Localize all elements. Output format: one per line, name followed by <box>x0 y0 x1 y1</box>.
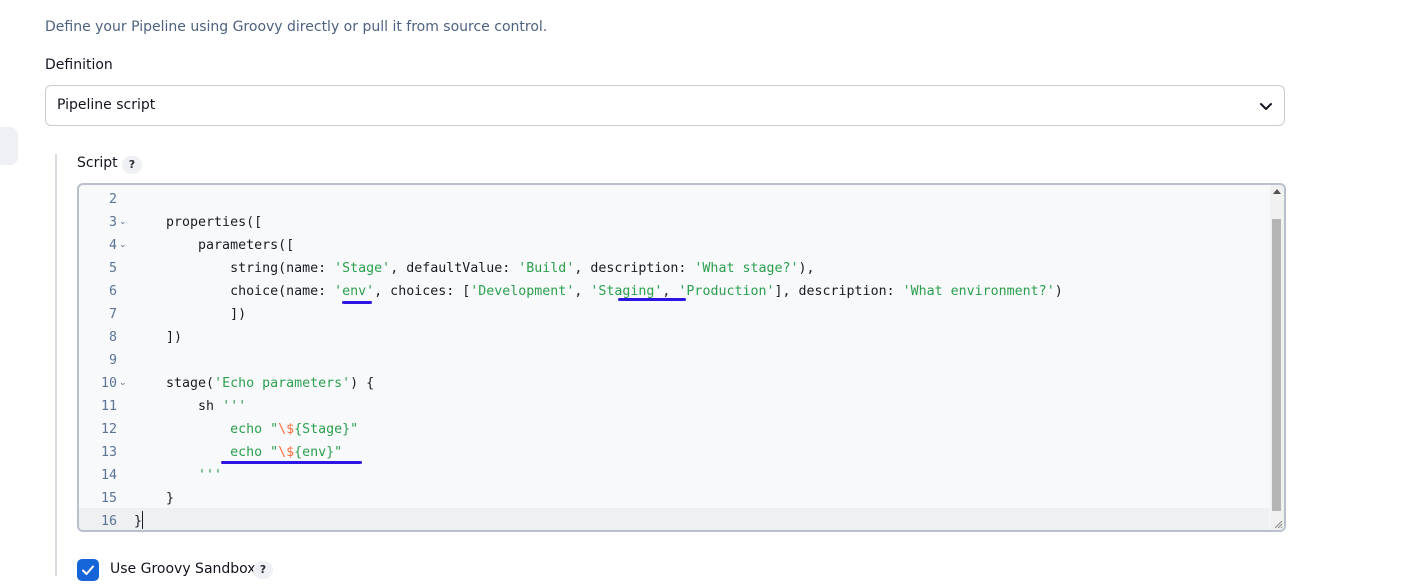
line-number: 15 <box>100 491 117 506</box>
line-number: 13 <box>100 445 117 460</box>
definition-select-value: Pipeline script <box>57 97 156 113</box>
code-line[interactable]: choice(name: 'env', choices: ['Developme… <box>134 280 1063 303</box>
code-line[interactable]: ]) <box>134 303 246 326</box>
code-line[interactable]: ]) <box>134 326 182 349</box>
annotation-underline <box>221 461 362 464</box>
fold-chevron-icon[interactable]: ⌄ <box>119 234 127 257</box>
line-number: 12 <box>100 422 117 437</box>
code-line[interactable]: ''' <box>134 464 222 487</box>
line-number: 2 <box>108 192 117 207</box>
script-label: Script <box>77 155 118 171</box>
chevron-down-icon <box>1260 103 1272 110</box>
script-editor[interactable]: 2 3 4 5 6 7 8 9 10 11 12 13 14 15 16 ⌄ ⌄… <box>77 183 1286 532</box>
code-line[interactable]: properties([ <box>134 211 262 234</box>
groovy-sandbox-label: Use Groovy Sandbox <box>110 561 256 577</box>
fold-chevron-icon[interactable]: ⌄ <box>119 211 127 234</box>
code-line[interactable]: string(name: 'Stage', defaultValue: 'Bui… <box>134 257 814 280</box>
section-description: Define your Pipeline using Groovy direct… <box>45 19 548 35</box>
line-number: 8 <box>108 330 117 345</box>
line-number: 5 <box>108 261 117 276</box>
code-line[interactable]: parameters([ <box>134 234 294 257</box>
resize-handle-icon[interactable] <box>1273 519 1283 529</box>
definition-select[interactable]: Pipeline script <box>45 85 1285 126</box>
line-number: 3 <box>108 215 117 230</box>
line-number: 9 <box>108 353 117 368</box>
active-line-highlight <box>79 508 1269 530</box>
annotation-underline <box>618 298 686 301</box>
code-line[interactable]: stage('Echo parameters') { <box>134 372 374 395</box>
scroll-up-arrow-icon[interactable] <box>1273 189 1281 194</box>
section-divider <box>55 154 57 576</box>
code-line[interactable]: echo "\${Stage}" <box>134 418 358 441</box>
scrollbar-thumb[interactable] <box>1272 219 1281 511</box>
script-help-button[interactable]: ? <box>122 156 142 174</box>
code-line[interactable]: } <box>134 510 142 530</box>
text-cursor <box>142 511 143 529</box>
checkmark-icon <box>82 565 94 575</box>
line-number-gutter: 2 3 4 5 6 7 8 9 10 11 12 13 14 15 16 ⌄ ⌄… <box>79 185 135 530</box>
side-tab[interactable] <box>0 127 18 165</box>
line-number: 7 <box>108 307 117 322</box>
groovy-sandbox-checkbox[interactable] <box>77 559 99 581</box>
definition-label: Definition <box>45 57 113 73</box>
sandbox-help-button[interactable]: ? <box>253 561 273 579</box>
code-line[interactable]: sh ''' <box>134 395 246 418</box>
line-number: 10 <box>100 376 117 391</box>
line-number: 16 <box>100 514 117 529</box>
line-number: 11 <box>100 399 117 414</box>
line-number: 4 <box>108 238 117 253</box>
annotation-underline <box>342 301 372 304</box>
line-number: 14 <box>100 468 117 483</box>
code-line[interactable]: } <box>134 487 174 510</box>
editor-scrollbar[interactable] <box>1270 185 1284 530</box>
line-number: 6 <box>108 284 117 299</box>
fold-chevron-icon[interactable]: ⌄ <box>119 372 127 395</box>
